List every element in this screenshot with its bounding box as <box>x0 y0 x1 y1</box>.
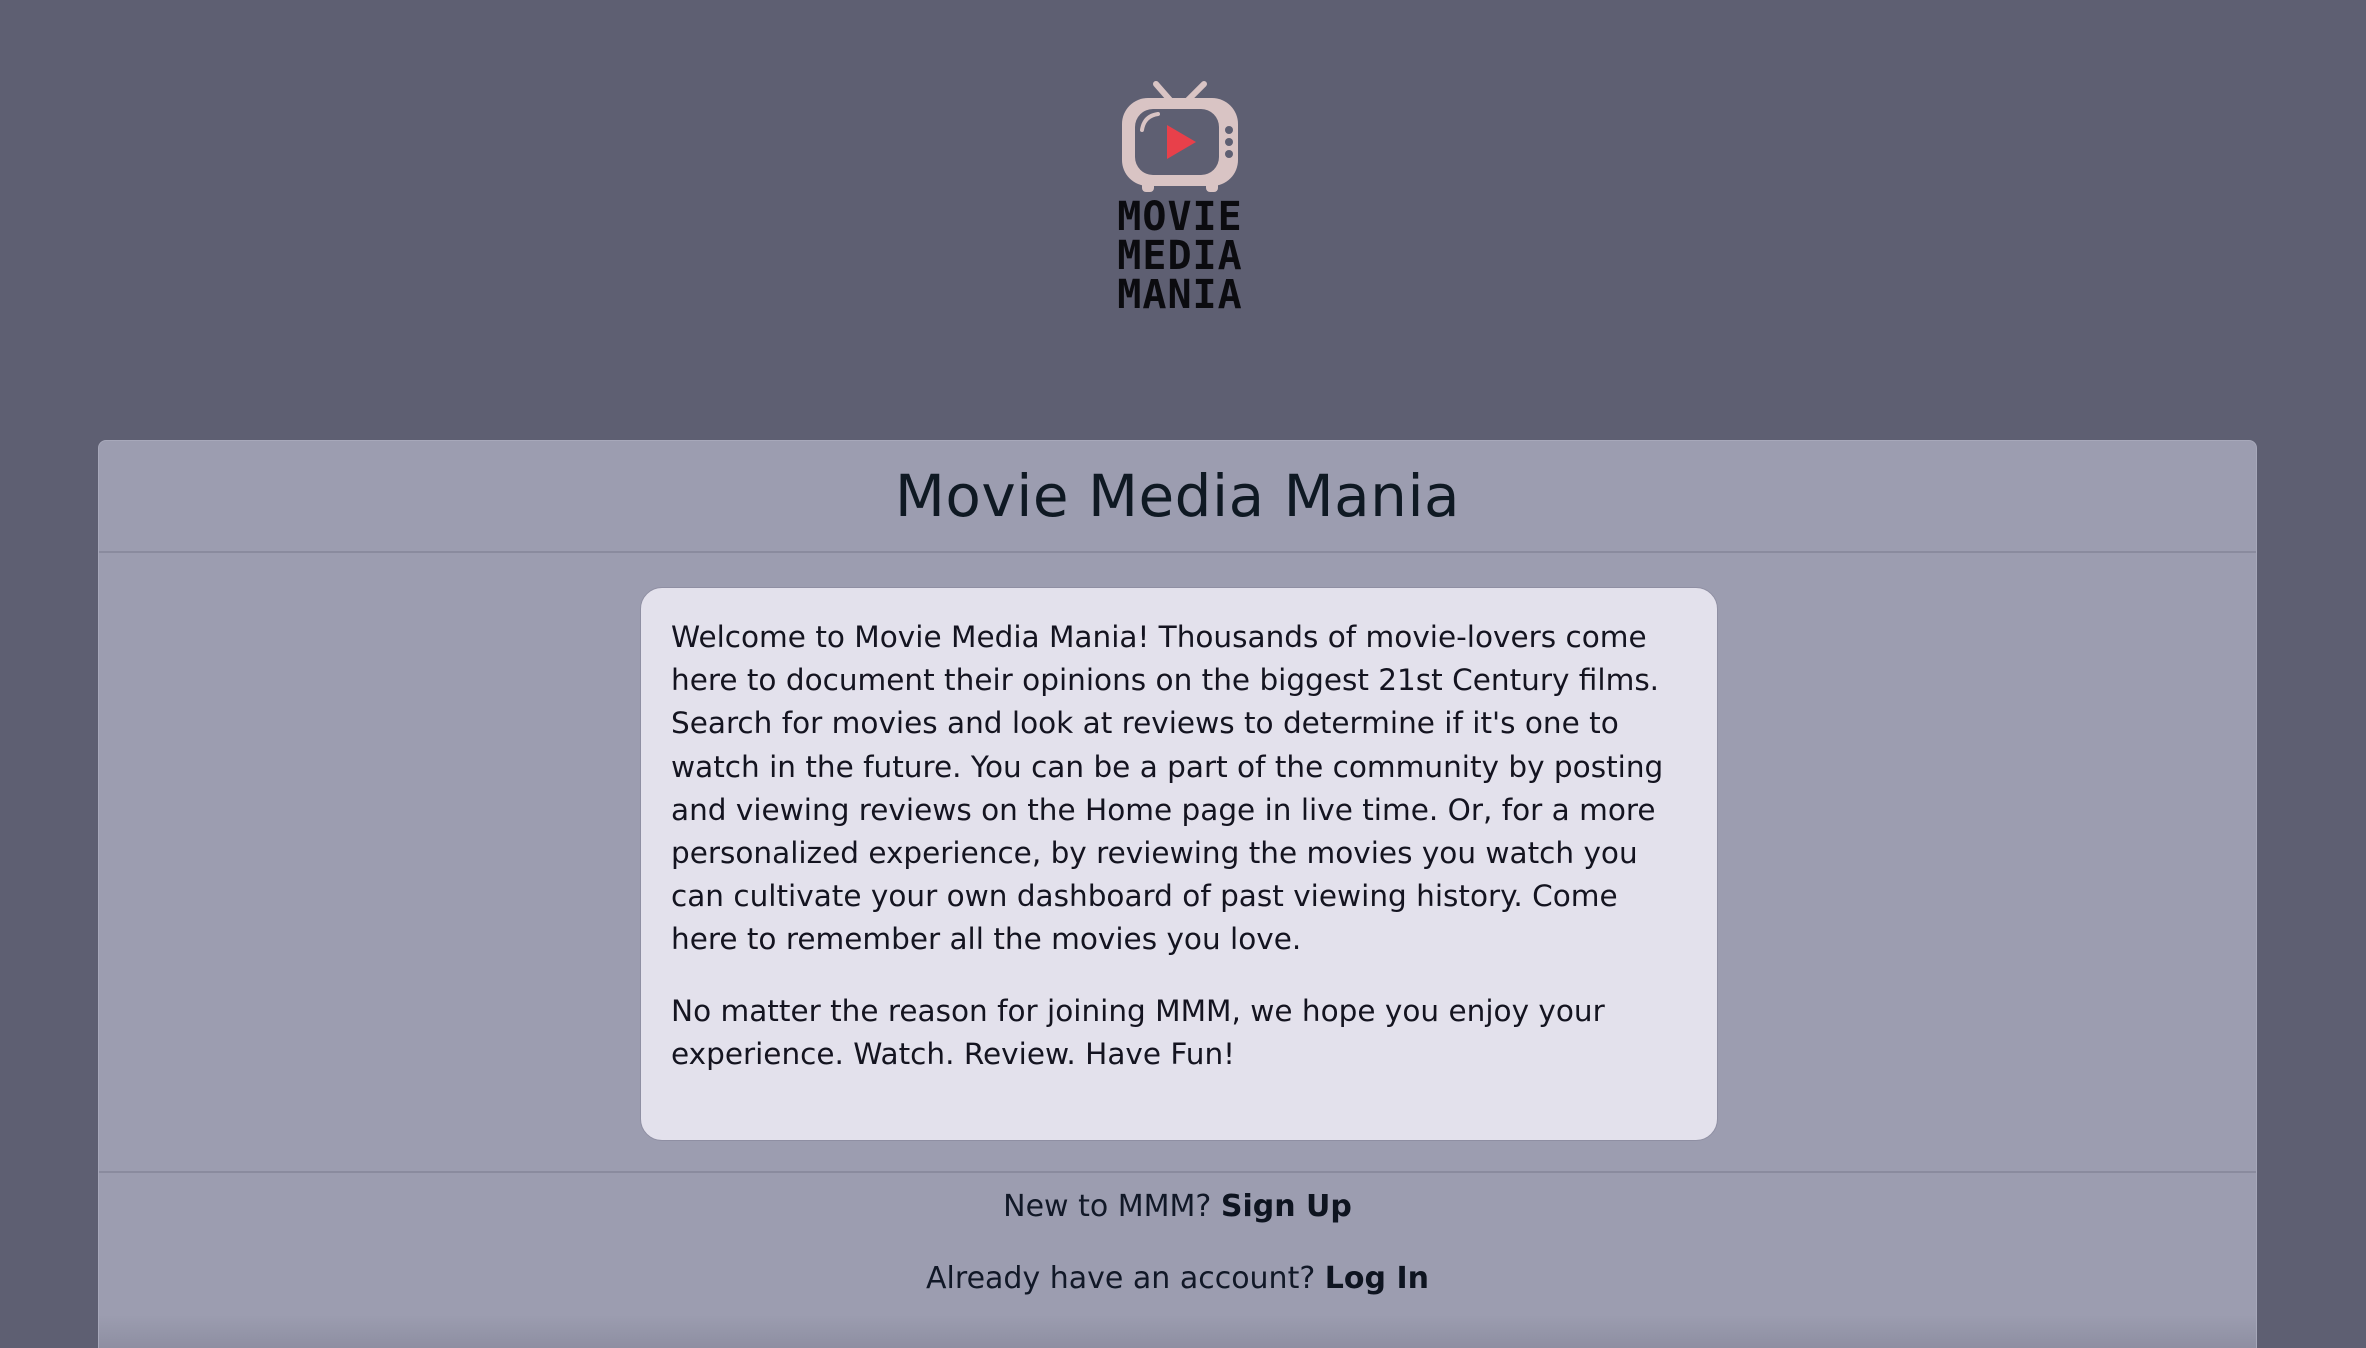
site-logo: MOVIE MEDIA MANIA <box>1095 78 1265 323</box>
page: MOVIE MEDIA MANIA Movie Media Mania Welc… <box>0 0 2366 1348</box>
card-body: Welcome to Movie Media Mania! Thousands … <box>99 553 2256 1173</box>
log-in-link[interactable]: Log In <box>1325 1261 1429 1296</box>
card-header: Movie Media Mania <box>99 441 2256 553</box>
welcome-card: Movie Media Mania Welcome to Movie Media… <box>98 440 2257 1348</box>
logo-wordmark: MOVIE MEDIA MANIA <box>1117 194 1243 318</box>
tv-play-icon <box>1122 81 1238 192</box>
card-footer: New to MMM? Sign Up Already have an acco… <box>99 1173 2256 1348</box>
logo-line: MOVIE <box>1117 194 1243 240</box>
signup-row: New to MMM? Sign Up <box>99 1189 2256 1225</box>
logo-line: MANIA <box>1117 272 1243 318</box>
login-row: Already have an account? Log In <box>99 1261 2256 1297</box>
page-title: Movie Media Mania <box>894 462 1461 530</box>
signup-prompt: New to MMM? <box>1003 1189 1221 1224</box>
welcome-paragraph: Welcome to Movie Media Mania! Thousands … <box>671 620 1664 957</box>
logo-line: MEDIA <box>1117 233 1243 279</box>
welcome-message-box: Welcome to Movie Media Mania! Thousands … <box>640 587 1718 1141</box>
sign-up-link[interactable]: Sign Up <box>1221 1189 1352 1224</box>
login-prompt: Already have an account? <box>926 1261 1325 1296</box>
closing-paragraph: No matter the reason for joining MMM, we… <box>671 993 1605 1071</box>
